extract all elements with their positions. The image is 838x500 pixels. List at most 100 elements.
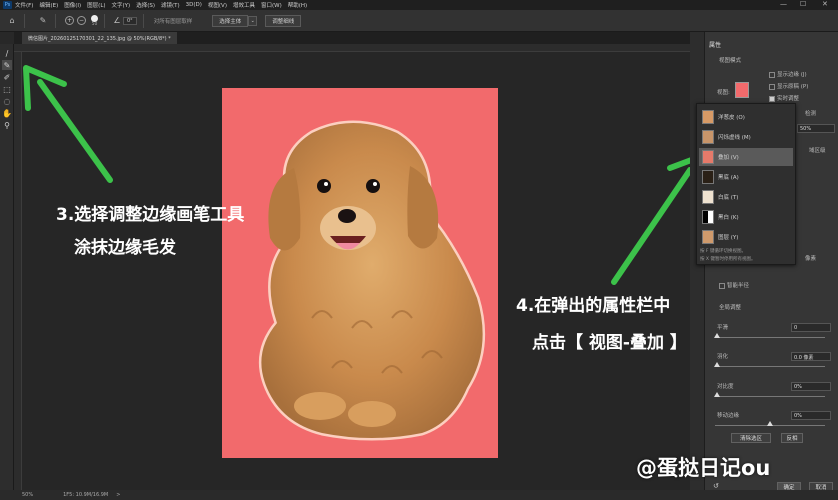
menu-image[interactable]: 图像(I): [64, 1, 81, 9]
menu-plugins[interactable]: 增效工具: [233, 1, 255, 9]
menu-layer[interactable]: 图层(L): [87, 1, 105, 9]
view-layer-option[interactable]: 图层 (Y): [699, 228, 793, 246]
smooth-input[interactable]: 0: [791, 323, 831, 332]
view-onion-skin-option[interactable]: 洋葱皮 (O): [699, 108, 793, 126]
view-layer-label: 图层 (Y): [718, 235, 739, 241]
feather-slider-knob[interactable]: [714, 362, 720, 367]
reset-icon[interactable]: ↺: [713, 482, 719, 490]
menu-filter[interactable]: 滤镜(T): [161, 1, 180, 9]
smooth-slider-knob[interactable]: [714, 333, 720, 338]
smooth-slider-track[interactable]: [715, 337, 825, 338]
feather-slider-track[interactable]: [715, 366, 825, 367]
on-black-thumb-icon: [702, 170, 714, 184]
show-edge-checkbox[interactable]: 显示边缘 (J): [769, 70, 807, 78]
angle-icon: ∠: [113, 16, 121, 25]
lasso-tool-icon[interactable]: ◌: [2, 96, 12, 106]
maximize-button[interactable]: ☐: [800, 0, 806, 8]
refine-hair-button[interactable]: 调整细线: [265, 14, 302, 27]
show-original-checkbox[interactable]: 显示原稿 (P): [769, 82, 808, 90]
view-mode-dropdown: 洋葱皮 (O) 闪烁虚线 (M) 叠加 (V) 黑底 (A) 白底 (T) 黑白…: [696, 103, 796, 265]
shift-edge-input[interactable]: 0%: [791, 411, 831, 420]
puppy-illustration: [258, 120, 486, 441]
realtime-checkbox[interactable]: 实时调整: [769, 94, 799, 102]
contrast-slider-knob[interactable]: [714, 392, 720, 397]
vertical-ruler: [14, 52, 22, 490]
view-on-white-label: 白底 (T): [718, 195, 739, 201]
layer-thumb-icon: [702, 230, 714, 244]
shift-edge-label: 移动边缘: [717, 413, 740, 419]
select-subject-button[interactable]: 选择主体: [212, 14, 249, 27]
view-onion-skin-label: 洋葱皮 (O): [718, 115, 745, 121]
feather-input[interactable]: 0.0 像素: [791, 352, 831, 361]
view-marching-ants-option[interactable]: 闪烁虚线 (M): [699, 128, 793, 146]
brush-tool-icon[interactable]: ✐: [2, 72, 12, 82]
view-mode-thumbnail[interactable]: [735, 82, 749, 98]
menu-type[interactable]: 文字(Y): [112, 1, 131, 9]
angle-input[interactable]: 0°: [123, 16, 137, 25]
close-button[interactable]: ✕: [822, 0, 828, 8]
view-mode-label: 视图模式: [719, 58, 742, 64]
sample-all-layers-checkbox[interactable]: 对所有图层取样: [154, 17, 193, 25]
contrast-input[interactable]: 0%: [791, 382, 831, 391]
onion-skin-thumb-icon: [702, 110, 714, 124]
view-on-black-label: 黑底 (A): [718, 175, 739, 181]
horizontal-ruler: [14, 44, 690, 52]
view-on-black-option[interactable]: 黑底 (A): [699, 168, 793, 186]
shift-edge-slider-knob[interactable]: [767, 421, 773, 426]
brush-size-picker[interactable]: 50: [91, 14, 98, 27]
minimize-button[interactable]: —: [780, 0, 787, 8]
menu-bar: Ps 文件(F) 编辑(E) 图像(I) 图层(L) 文字(Y) 选择(S) 滤…: [0, 0, 838, 10]
menu-edit[interactable]: 编辑(E): [39, 1, 58, 9]
show-edge-label: 显示边缘 (J): [777, 72, 807, 78]
puppy-photo[interactable]: [222, 88, 498, 458]
view-overlay-option[interactable]: 叠加 (V): [699, 148, 793, 166]
zoom-tool-icon[interactable]: ⚲: [2, 120, 12, 130]
radius-value[interactable]: 50%: [797, 124, 835, 133]
view-black-white-option[interactable]: 黑白 (K): [699, 208, 793, 226]
quick-selection-tool-icon[interactable]: ∕: [2, 48, 12, 58]
black-white-thumb-icon: [702, 210, 714, 224]
checkbox-checked-icon: [769, 95, 775, 102]
smart-radius-checkbox[interactable]: 智能半径: [719, 281, 749, 289]
separator: [104, 13, 105, 28]
watermark: @蛋挞日记ou: [636, 456, 771, 480]
step3-text-line1: 3.选择调整边缘画笔工具: [56, 205, 245, 225]
photoshop-window: Ps 文件(F) 编辑(E) 图像(I) 图层(L) 文字(Y) 选择(S) 滤…: [0, 0, 838, 500]
contrast-slider-track[interactable]: [715, 396, 825, 397]
contrast-label: 对比度: [717, 384, 734, 390]
edge-detect-label: 检测: [805, 111, 817, 117]
menu-select[interactable]: 选择(S): [136, 1, 155, 9]
decontaminate-amount-label: 像素: [805, 256, 817, 262]
menu-help[interactable]: 帮助(H): [288, 1, 307, 9]
object-selection-tool-icon[interactable]: ⬚: [2, 84, 12, 94]
separator: [55, 13, 56, 28]
marching-ants-thumb-icon: [702, 130, 714, 144]
view-hint-disable: 按 X 键暂时停用所有视图。: [700, 257, 756, 262]
refine-edge-brush-icon[interactable]: ✎: [37, 15, 49, 27]
separator: [24, 13, 25, 28]
zoom-level[interactable]: 50%: [22, 492, 33, 498]
hand-tool-icon[interactable]: ✋: [2, 108, 12, 118]
invert-button[interactable]: 反相: [781, 433, 803, 443]
subtract-brush-icon[interactable]: −: [77, 16, 86, 25]
view-marching-ants-label: 闪烁虚线 (M): [718, 135, 751, 141]
view-on-white-option[interactable]: 白底 (T): [699, 188, 793, 206]
add-brush-icon[interactable]: +: [65, 16, 74, 25]
refine-edge-brush-tool-icon[interactable]: ✎: [2, 60, 12, 70]
on-white-thumb-icon: [702, 190, 714, 204]
clear-selection-button[interactable]: 清除选区: [731, 433, 771, 443]
select-subject-dropdown[interactable]: ⌄: [248, 15, 258, 26]
smart-radius-label: 智能半径: [727, 283, 750, 289]
document-tab[interactable]: 微信图片_20260125170301_22_135.jpg @ 50%(RGB…: [22, 32, 177, 44]
menu-window[interactable]: 窗口(W): [261, 1, 282, 9]
checkbox-icon: [769, 71, 775, 78]
home-icon[interactable]: ⌂: [6, 15, 18, 27]
view-black-white-label: 黑白 (K): [718, 215, 739, 221]
status-arrow-icon[interactable]: >: [116, 492, 120, 498]
ps-logo: Ps: [3, 1, 12, 9]
menu-file[interactable]: 文件(F): [15, 1, 33, 9]
brush-size-value: 50: [91, 21, 98, 27]
menu-3d[interactable]: 3D(D): [186, 2, 202, 8]
step4-text-line2: 点击【 视图-叠加 】: [532, 333, 687, 353]
menu-view[interactable]: 视图(V): [208, 1, 227, 9]
